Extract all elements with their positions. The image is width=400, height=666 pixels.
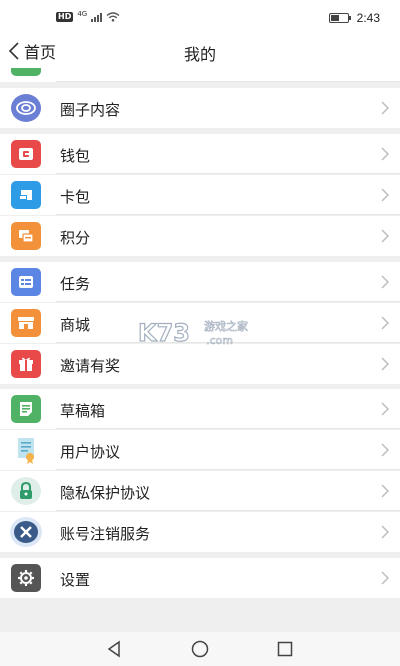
menu-item-card[interactable]: 卡包 — [0, 175, 400, 215]
menu-item-points[interactable]: 积分 — [0, 216, 400, 256]
menu-item-wallet[interactable]: 钱包 — [0, 134, 400, 174]
chevron-right-icon — [381, 484, 389, 498]
menu-item-label: 卡包 — [60, 188, 91, 206]
user-agreement-icon — [11, 436, 41, 464]
hd-badge: HD — [56, 12, 74, 22]
chevron-right-icon — [381, 229, 389, 243]
separator — [56, 428, 400, 429]
chevron-right-icon — [381, 275, 389, 289]
system-nav-bar — [0, 632, 400, 666]
separator — [56, 173, 400, 174]
menu-item-label: 积分 — [60, 229, 91, 247]
wallet-icon — [11, 140, 41, 168]
chevron-right-icon — [381, 525, 389, 539]
wifi-icon — [106, 12, 120, 22]
recents-square-icon[interactable] — [277, 640, 293, 658]
menu-item-circle-content[interactable]: 圈子内容 — [0, 88, 400, 128]
menu-item-privacy[interactable]: 隐私保护协议 — [0, 471, 400, 511]
menu-item-invite[interactable]: 邀请有奖 — [0, 344, 400, 384]
menu-item-label: 设置 — [60, 571, 91, 589]
home-circle-icon[interactable] — [190, 640, 210, 658]
chevron-right-icon — [381, 101, 389, 115]
chevron-right-icon — [381, 316, 389, 330]
separator — [56, 342, 400, 343]
status-right: 2:43 — [328, 11, 380, 25]
task-icon — [11, 268, 41, 296]
settings-icon — [11, 564, 41, 592]
menu-item-label: 草稿箱 — [60, 402, 106, 420]
chevron-right-icon — [381, 188, 389, 202]
privacy-lock-icon — [11, 477, 41, 505]
menu-item-label: 圈子内容 — [60, 101, 121, 119]
chevron-right-icon — [381, 402, 389, 416]
menu-item-task[interactable]: 任务 — [0, 262, 400, 302]
menu-item-label: 账号注销服务 — [60, 525, 151, 543]
separator — [56, 469, 400, 470]
list-item-partial[interactable] — [0, 68, 400, 82]
mall-icon — [11, 309, 41, 337]
status-left: HD 4G — [56, 10, 120, 22]
partial-item-icon — [11, 68, 41, 76]
menu-item-drafts[interactable]: 草稿箱 — [0, 389, 400, 429]
menu-item-label: 用户协议 — [60, 443, 121, 461]
signal-icon — [91, 12, 103, 22]
menu-list: 圈子内容 钱包 卡包 积分 任务 商城 邀请有奖 草稿箱 用户协议 隐私保护协议… — [0, 68, 400, 600]
points-icon — [11, 222, 41, 250]
account-cancel-icon — [10, 517, 42, 547]
menu-item-label: 钱包 — [60, 147, 91, 165]
menu-item-label: 任务 — [60, 275, 91, 293]
battery-icon — [328, 13, 351, 23]
separator — [56, 214, 400, 215]
separator — [56, 81, 400, 82]
back-triangle-icon[interactable] — [106, 640, 122, 658]
menu-item-user-agreement[interactable]: 用户协议 — [0, 430, 400, 470]
page-title: 我的 — [183, 45, 216, 64]
chevron-right-icon — [381, 147, 389, 161]
status-bar: HD 4G 2:43 — [0, 0, 400, 36]
card-icon — [11, 181, 41, 209]
network-type: 4G — [77, 10, 88, 18]
chevron-right-icon — [381, 443, 389, 457]
menu-item-label: 商城 — [60, 316, 91, 334]
separator — [56, 301, 400, 302]
menu-item-mall[interactable]: 商城 — [0, 303, 400, 343]
chevron-right-icon — [381, 357, 389, 371]
circle-content-icon — [11, 94, 41, 122]
gift-icon — [11, 350, 41, 378]
menu-item-settings[interactable]: 设置 — [0, 558, 400, 598]
menu-item-label: 隐私保护协议 — [60, 484, 151, 502]
menu-item-label: 邀请有奖 — [60, 357, 121, 375]
clock: 2:43 — [356, 11, 380, 25]
nav-bar: 首页 我的 — [0, 36, 400, 68]
menu-item-account-cancel[interactable]: 账号注销服务 — [0, 512, 400, 552]
separator — [56, 510, 400, 511]
chevron-right-icon — [381, 571, 389, 585]
draft-icon — [11, 395, 41, 423]
